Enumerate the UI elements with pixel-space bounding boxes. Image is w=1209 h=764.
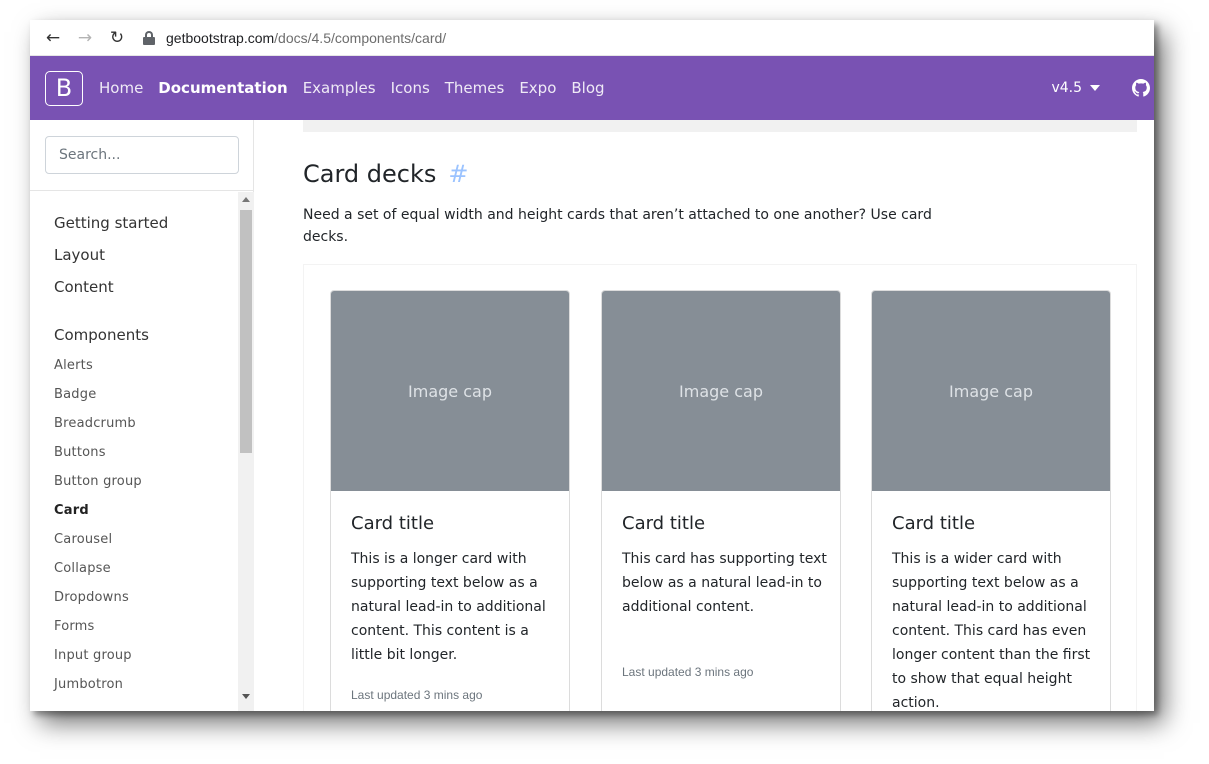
main-content: Card decks # Need a set of equal width a… [255, 120, 1154, 711]
card-image-cap: Image cap [602, 291, 840, 491]
section-description: Need a set of equal width and height car… [303, 207, 932, 245]
card-updated-text: Last updated 3 mins ago [622, 665, 754, 679]
card-text: This card has supporting text below as a… [622, 551, 827, 615]
card-title: Card title [351, 513, 435, 534]
nav-link-blog[interactable]: Blog [571, 79, 604, 97]
card: Image cap Card title This card has suppo… [601, 290, 841, 711]
sidebar-item-forms[interactable]: Forms [54, 619, 95, 634]
sidebar-item-jumbotron[interactable]: Jumbotron [54, 677, 123, 692]
section-heading: Card decks # [303, 160, 468, 188]
sidebar-item-breadcrumb[interactable]: Breadcrumb [54, 416, 136, 431]
scrollbar-thumb[interactable] [240, 210, 252, 453]
card-image-cap: Image cap [872, 291, 1110, 491]
sidebar-section-getting-started[interactable]: Getting started [54, 214, 168, 232]
back-arrow-icon[interactable]: ← [42, 27, 64, 49]
nav-links: Home Documentation Examples Icons Themes… [99, 79, 620, 97]
chevron-down-icon [1090, 85, 1100, 91]
sidebar-section-layout[interactable]: Layout [54, 246, 105, 264]
nav-link-themes[interactable]: Themes [445, 79, 505, 97]
image-cap-label: Image cap [679, 381, 763, 401]
github-icon[interactable] [1132, 79, 1150, 97]
forward-arrow-icon[interactable]: → [74, 27, 96, 49]
url-host: getbootstrap.com [166, 29, 275, 46]
search-placeholder: Search... [59, 147, 121, 163]
version-label: v4.5 [1051, 80, 1082, 96]
lock-icon [142, 30, 156, 45]
heading-text: Card decks [303, 160, 437, 188]
previous-example-bottom [303, 120, 1137, 132]
url-path: /docs/4.5/components/card/ [274, 29, 447, 46]
nav-link-examples[interactable]: Examples [303, 79, 376, 97]
nav-link-expo[interactable]: Expo [519, 79, 556, 97]
sidebar-item-dropdowns[interactable]: Dropdowns [54, 590, 129, 605]
search-input[interactable]: Search... [45, 136, 239, 174]
card-title: Card title [892, 513, 976, 534]
nav-link-icons[interactable]: Icons [391, 79, 430, 97]
nav-link-home[interactable]: Home [99, 79, 143, 97]
sidebar-section-content[interactable]: Content [54, 278, 114, 296]
card-title: Card title [622, 513, 706, 534]
card-updated-text: Last updated 3 mins ago [351, 688, 483, 702]
sidebar-item-button-group[interactable]: Button group [54, 474, 142, 489]
sidebar-item-carousel[interactable]: Carousel [54, 532, 112, 547]
scroll-up-arrow-icon[interactable] [242, 197, 250, 202]
sidebar-item-collapse[interactable]: Collapse [54, 561, 111, 576]
address-bar: ← → ↻ getbootstrap.com/docs/4.5/componen… [30, 20, 1154, 56]
card: Image cap Card title This is a longer ca… [330, 290, 570, 711]
sidebar-item-badge[interactable]: Badge [54, 387, 96, 402]
sidebar-item-alerts[interactable]: Alerts [54, 358, 93, 373]
docs-sidebar: Search... Getting started Layout Content… [30, 120, 254, 711]
sidebar-section-components[interactable]: Components [54, 326, 149, 344]
divider [30, 190, 254, 191]
card-text: This is a longer card with supporting te… [351, 551, 546, 663]
sidebar-item-input-group[interactable]: Input group [54, 648, 132, 663]
example-container: Image cap Card title This is a longer ca… [303, 264, 1137, 711]
version-dropdown[interactable]: v4.5 [1051, 80, 1100, 96]
nav-link-documentation[interactable]: Documentation [158, 79, 287, 97]
sidebar-item-buttons[interactable]: Buttons [54, 445, 106, 460]
scroll-down-arrow-icon[interactable] [242, 694, 250, 699]
card-text: This is a wider card with supporting tex… [892, 551, 1091, 711]
card: Image cap Card title This is a wider car… [871, 290, 1111, 711]
reload-icon[interactable]: ↻ [106, 27, 128, 49]
top-navbar: B Home Documentation Examples Icons Them… [30, 56, 1154, 120]
browser-window: ← → ↻ getbootstrap.com/docs/4.5/componen… [30, 20, 1154, 711]
bootstrap-logo[interactable]: B [45, 70, 83, 106]
sidebar-scrollbar[interactable] [238, 192, 254, 711]
image-cap-label: Image cap [949, 381, 1033, 401]
card-image-cap: Image cap [331, 291, 569, 491]
anchor-link[interactable]: # [448, 160, 468, 188]
sidebar-item-card[interactable]: Card [54, 503, 89, 518]
image-cap-label: Image cap [408, 381, 492, 401]
url-field[interactable]: getbootstrap.com/docs/4.5/components/car… [142, 25, 446, 51]
